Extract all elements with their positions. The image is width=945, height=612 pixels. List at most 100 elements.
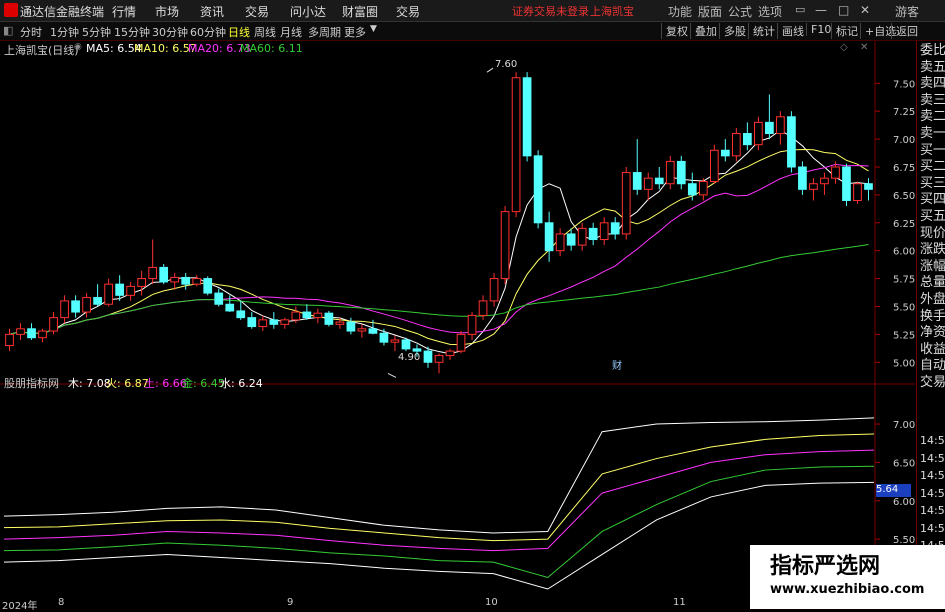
candle-body-7: [82, 297, 91, 313]
back-button[interactable]: 返回: [891, 23, 918, 39]
indicator-current-value: 5.64: [876, 484, 911, 497]
panel-close-icon[interactable]: ✕: [860, 42, 868, 53]
period-tab-timeshare[interactable]: 分时: [20, 24, 42, 40]
sidebar-item-13[interactable]: 涨幅: [920, 259, 945, 275]
period-tab-daily[interactable]: 日线: [228, 24, 250, 40]
menu-function[interactable]: 功能: [668, 3, 692, 20]
menu-formula[interactable]: 公式: [728, 3, 752, 20]
guest-label[interactable]: 游客: [895, 3, 919, 20]
ind-tick-label-2: 6.00: [893, 497, 915, 508]
close-icon[interactable]: ✕: [860, 3, 870, 17]
multi-stock-button[interactable]: 多股: [719, 23, 746, 39]
f10-button[interactable]: F10: [806, 23, 831, 36]
sidebar-item-0[interactable]: 委比: [920, 43, 945, 59]
candle-body-62: [687, 183, 697, 196]
candle-body-35: [390, 339, 400, 343]
menu-layout[interactable]: 版面: [698, 3, 722, 20]
candle-body-1: [16, 328, 25, 335]
finance-marker[interactable]: 财: [612, 357, 622, 372]
sidebar-item-10[interactable]: 买五: [920, 209, 945, 225]
more-dropdown-icon[interactable]: ▼: [370, 24, 377, 34]
sidebar-item-16[interactable]: 换手: [920, 309, 945, 325]
sidebar-item-18[interactable]: 收益: [920, 342, 945, 358]
period-tab-multi[interactable]: 多周期: [308, 24, 341, 40]
period-tab-weekly[interactable]: 周线: [254, 24, 276, 40]
menu-trade[interactable]: 交易: [245, 3, 269, 20]
sidebar-item-8[interactable]: 买三: [920, 176, 945, 192]
candle-body-68: [754, 121, 763, 146]
period-tab-60min[interactable]: 60分钟: [190, 24, 226, 40]
sidebar-item-4[interactable]: 卖二: [920, 109, 945, 125]
period-tab-more[interactable]: 更多: [344, 24, 366, 40]
candle-body-24: [269, 319, 279, 325]
period-tab-5min[interactable]: 5分钟: [82, 24, 111, 40]
sidebar-item-15[interactable]: 外盘: [920, 292, 945, 308]
date-sep: 9: [287, 597, 294, 608]
toolbar-collapse-icon[interactable]: ◧: [3, 24, 13, 37]
sidebar-item-11[interactable]: 现价: [920, 226, 945, 242]
menu-trade-2[interactable]: 交易: [396, 3, 420, 20]
restore-rights-button[interactable]: 复权: [661, 23, 688, 39]
sidebar-item-1[interactable]: 卖五: [920, 60, 945, 76]
ma-line-60: [9, 243, 869, 335]
panel-settings-icon[interactable]: ◇: [840, 42, 848, 53]
menu-news[interactable]: 资讯: [200, 3, 224, 20]
minimize-button-icon[interactable]: —: [815, 3, 827, 17]
candle-body-69: [765, 121, 774, 135]
sidebar-item-5[interactable]: 卖一: [920, 126, 945, 142]
price-tick-label-2: 7.00: [893, 135, 915, 146]
sidebar-item-7[interactable]: 买二: [920, 159, 945, 175]
period-tab-30min[interactable]: 30分钟: [152, 24, 188, 40]
candle-body-53: [588, 227, 598, 241]
candle-body-50: [555, 233, 565, 252]
sidebar-item-2[interactable]: 卖四: [920, 76, 945, 92]
menu-options[interactable]: 选项: [758, 3, 782, 20]
ind-line-0: [3, 417, 875, 534]
sidebar-item-19[interactable]: 自动: [920, 358, 945, 374]
ind-water-label: 水: 6.24: [220, 377, 263, 390]
mark-button[interactable]: 标记: [831, 23, 858, 39]
period-tab-1min[interactable]: 1分钟: [50, 24, 79, 40]
candle-body-12: [137, 278, 147, 287]
period-tab-monthly[interactable]: 月线: [280, 24, 302, 40]
quote-sidebar: 委比 卖五 卖四 卖三 卖二 卖一 买一 买二 买三 买四 买五 现价 涨跌 涨幅 总量 外盘 换手 净资 收益 自动…: [916, 41, 945, 609]
ind-tick-label-1: 6.50: [893, 458, 915, 469]
candle-body-74: [820, 177, 829, 185]
chart-area[interactable]: 7.50 7.25 7.00 6.75 6.50 6.25 6.00 5.75 5.50 5.25…: [0, 41, 915, 601]
candle-body-31: [346, 321, 356, 332]
login-warning[interactable]: 证券交易未登录: [512, 3, 589, 19]
ind-earth-label: 土: 6.66: [144, 377, 187, 390]
watermark-title: 指标严选网: [770, 554, 881, 579]
maximize-icon[interactable]: □: [838, 3, 849, 17]
candle-body-19: [214, 292, 224, 305]
ma-line-5: [9, 129, 869, 355]
watermark-url: www.xuezhibiao.com: [770, 582, 925, 597]
sidebar-item-9[interactable]: 买四: [920, 192, 945, 208]
candle-body-18: [203, 278, 213, 294]
draw-line-button[interactable]: 画线: [777, 23, 804, 39]
statistics-button[interactable]: 统计: [748, 23, 775, 39]
sidebar-item-6[interactable]: 买一: [920, 143, 945, 159]
sidebar-item-20[interactable]: 交易: [920, 375, 945, 391]
overlay-button[interactable]: 叠加: [690, 23, 717, 39]
sidebar-time-5: 14:56: [920, 521, 945, 535]
candle-body-45: [500, 211, 510, 280]
period-tab-15min[interactable]: 15分钟: [114, 24, 150, 40]
high-price-label: 7.60: [495, 59, 518, 70]
candle-body-58: [643, 177, 653, 190]
sidebar-item-17[interactable]: 净资: [920, 325, 945, 341]
sidebar-time-1: 14:56: [920, 451, 945, 465]
sidebar-item-12[interactable]: 涨跌: [920, 242, 945, 258]
candle-body-70: [776, 116, 785, 135]
candle-body-17: [192, 278, 202, 285]
ma-toggle-icon[interactable]: ◉: [74, 42, 82, 52]
menu-exchange[interactable]: 市场: [155, 3, 179, 20]
menu-wealth[interactable]: 财富圈: [342, 3, 378, 20]
menu-ask[interactable]: 问小达: [290, 3, 326, 20]
sidebar-item-3[interactable]: 卖三: [920, 93, 945, 109]
menu-market[interactable]: 行情: [112, 3, 136, 20]
kline-chart-svg[interactable]: 7.50 7.25 7.00 6.75 6.50 6.25 6.00 5.75 5.50 5.25…: [0, 41, 915, 597]
sidebar-item-14[interactable]: 总量: [920, 275, 945, 291]
minimize-icon[interactable]: ▭: [795, 3, 805, 16]
price-tick-label-3: 6.75: [893, 163, 915, 174]
